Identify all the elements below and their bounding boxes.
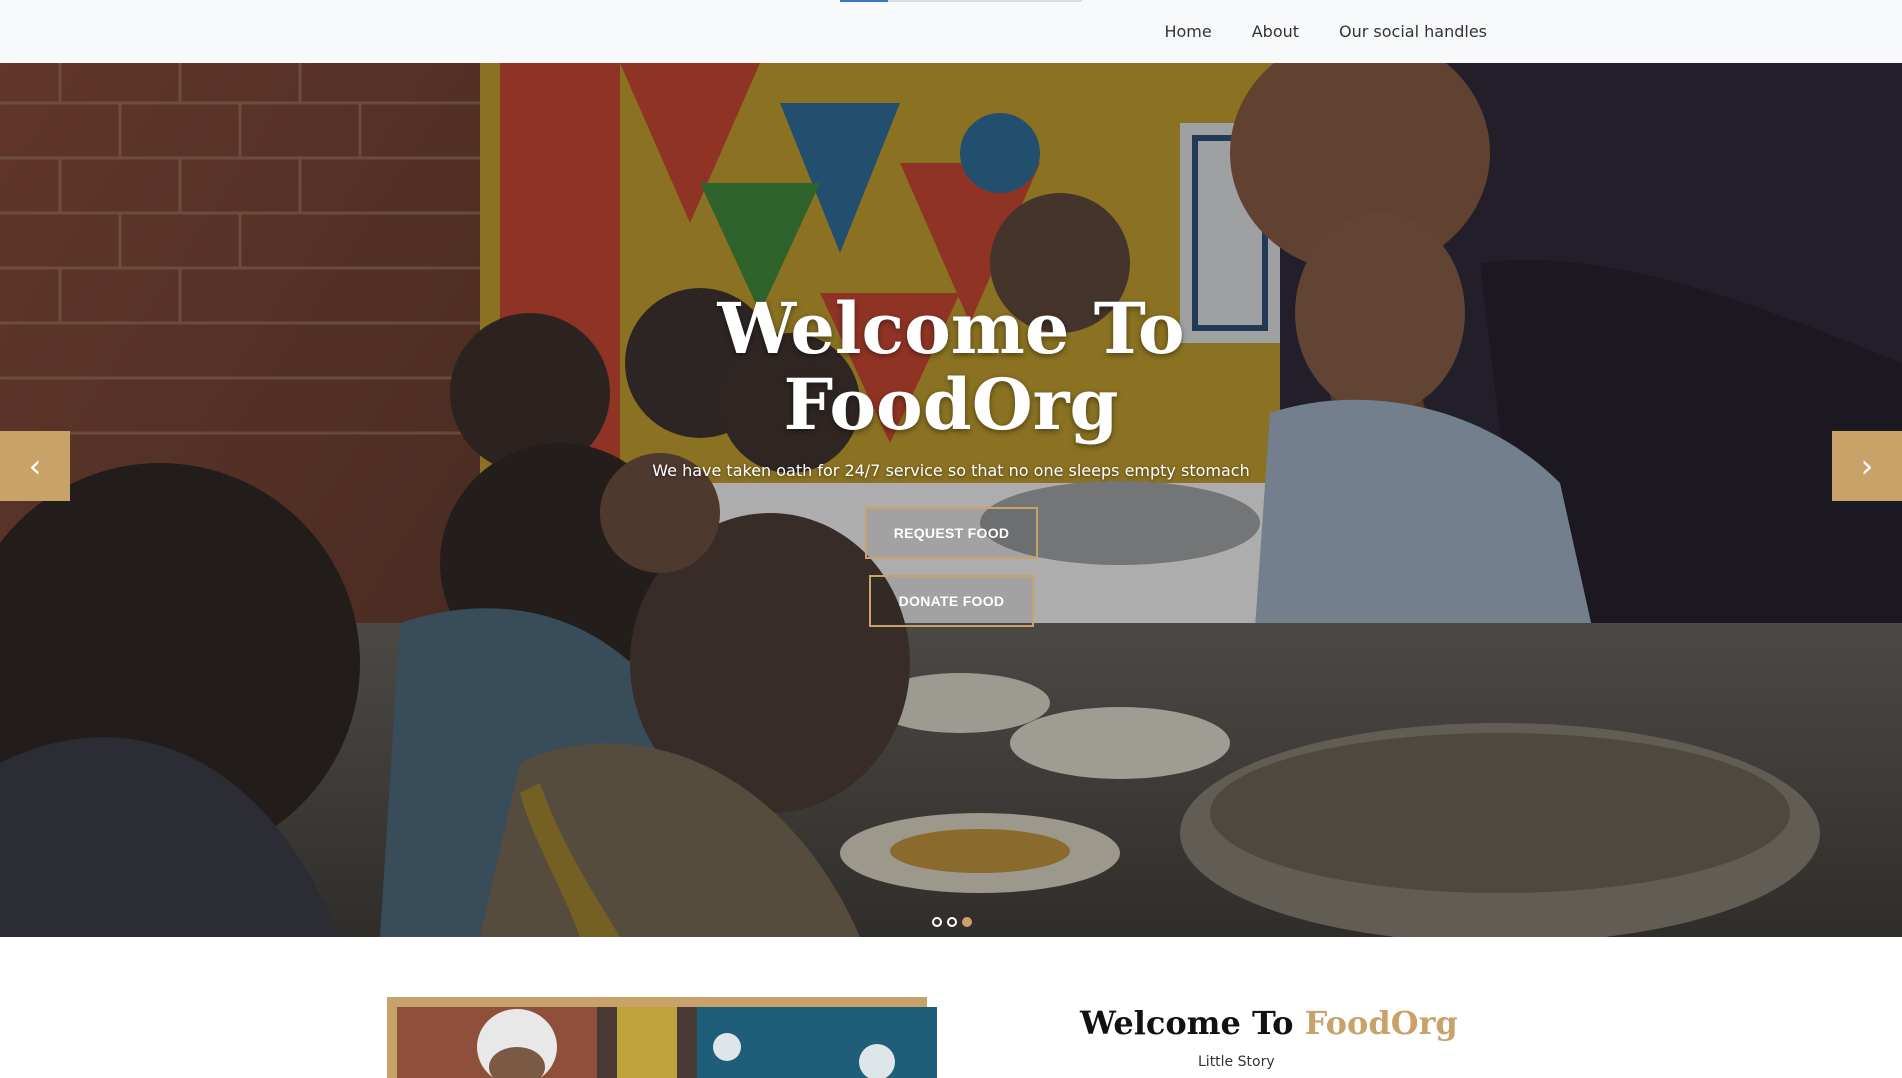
hero-title: Welcome To FoodOrg — [0, 291, 1902, 443]
hero-content: Welcome To FoodOrg We have taken oath fo… — [0, 63, 1902, 937]
nav-link-about[interactable]: About — [1252, 22, 1299, 41]
about-photo-graphic — [397, 1007, 937, 1078]
carousel-prev-button[interactable]: ‹ — [0, 431, 70, 501]
carousel-dot-3[interactable] — [962, 917, 972, 927]
hero-title-line1: Welcome To — [717, 287, 1185, 370]
nav-menu: Home About Our social handles — [1164, 0, 1487, 63]
about-heading-brand: FoodOrg — [1304, 1004, 1458, 1042]
chevron-left-icon: ‹ — [28, 447, 42, 485]
about-heading-prefix: Welcome To — [1080, 1004, 1305, 1042]
donate-food-button[interactable]: DONATE FOOD — [869, 575, 1034, 627]
hero-subtitle: We have taken oath for 24/7 service so t… — [652, 461, 1250, 480]
about-image — [397, 1007, 937, 1078]
hero-title-line2: FoodOrg — [783, 363, 1119, 446]
carousel-next-button[interactable]: › — [1832, 431, 1902, 501]
chevron-right-icon: › — [1860, 447, 1874, 485]
hero-carousel: Welcome To FoodOrg We have taken oath fo… — [0, 63, 1902, 937]
carousel-dot-2[interactable] — [947, 917, 957, 927]
scroll-progress-bar — [840, 0, 1082, 2]
about-subheading: Little Story — [1198, 1054, 1275, 1070]
scroll-progress-fill — [840, 0, 889, 2]
nav-link-social-handles[interactable]: Our social handles — [1339, 22, 1487, 41]
request-food-button[interactable]: REQUEST FOOD — [865, 507, 1038, 559]
carousel-indicators — [932, 917, 972, 927]
about-heading: Welcome To FoodOrg — [1080, 1004, 1458, 1042]
nav-link-home[interactable]: Home — [1164, 22, 1211, 41]
carousel-dot-1[interactable] — [932, 917, 942, 927]
top-navbar: Home About Our social handles — [0, 0, 1902, 63]
